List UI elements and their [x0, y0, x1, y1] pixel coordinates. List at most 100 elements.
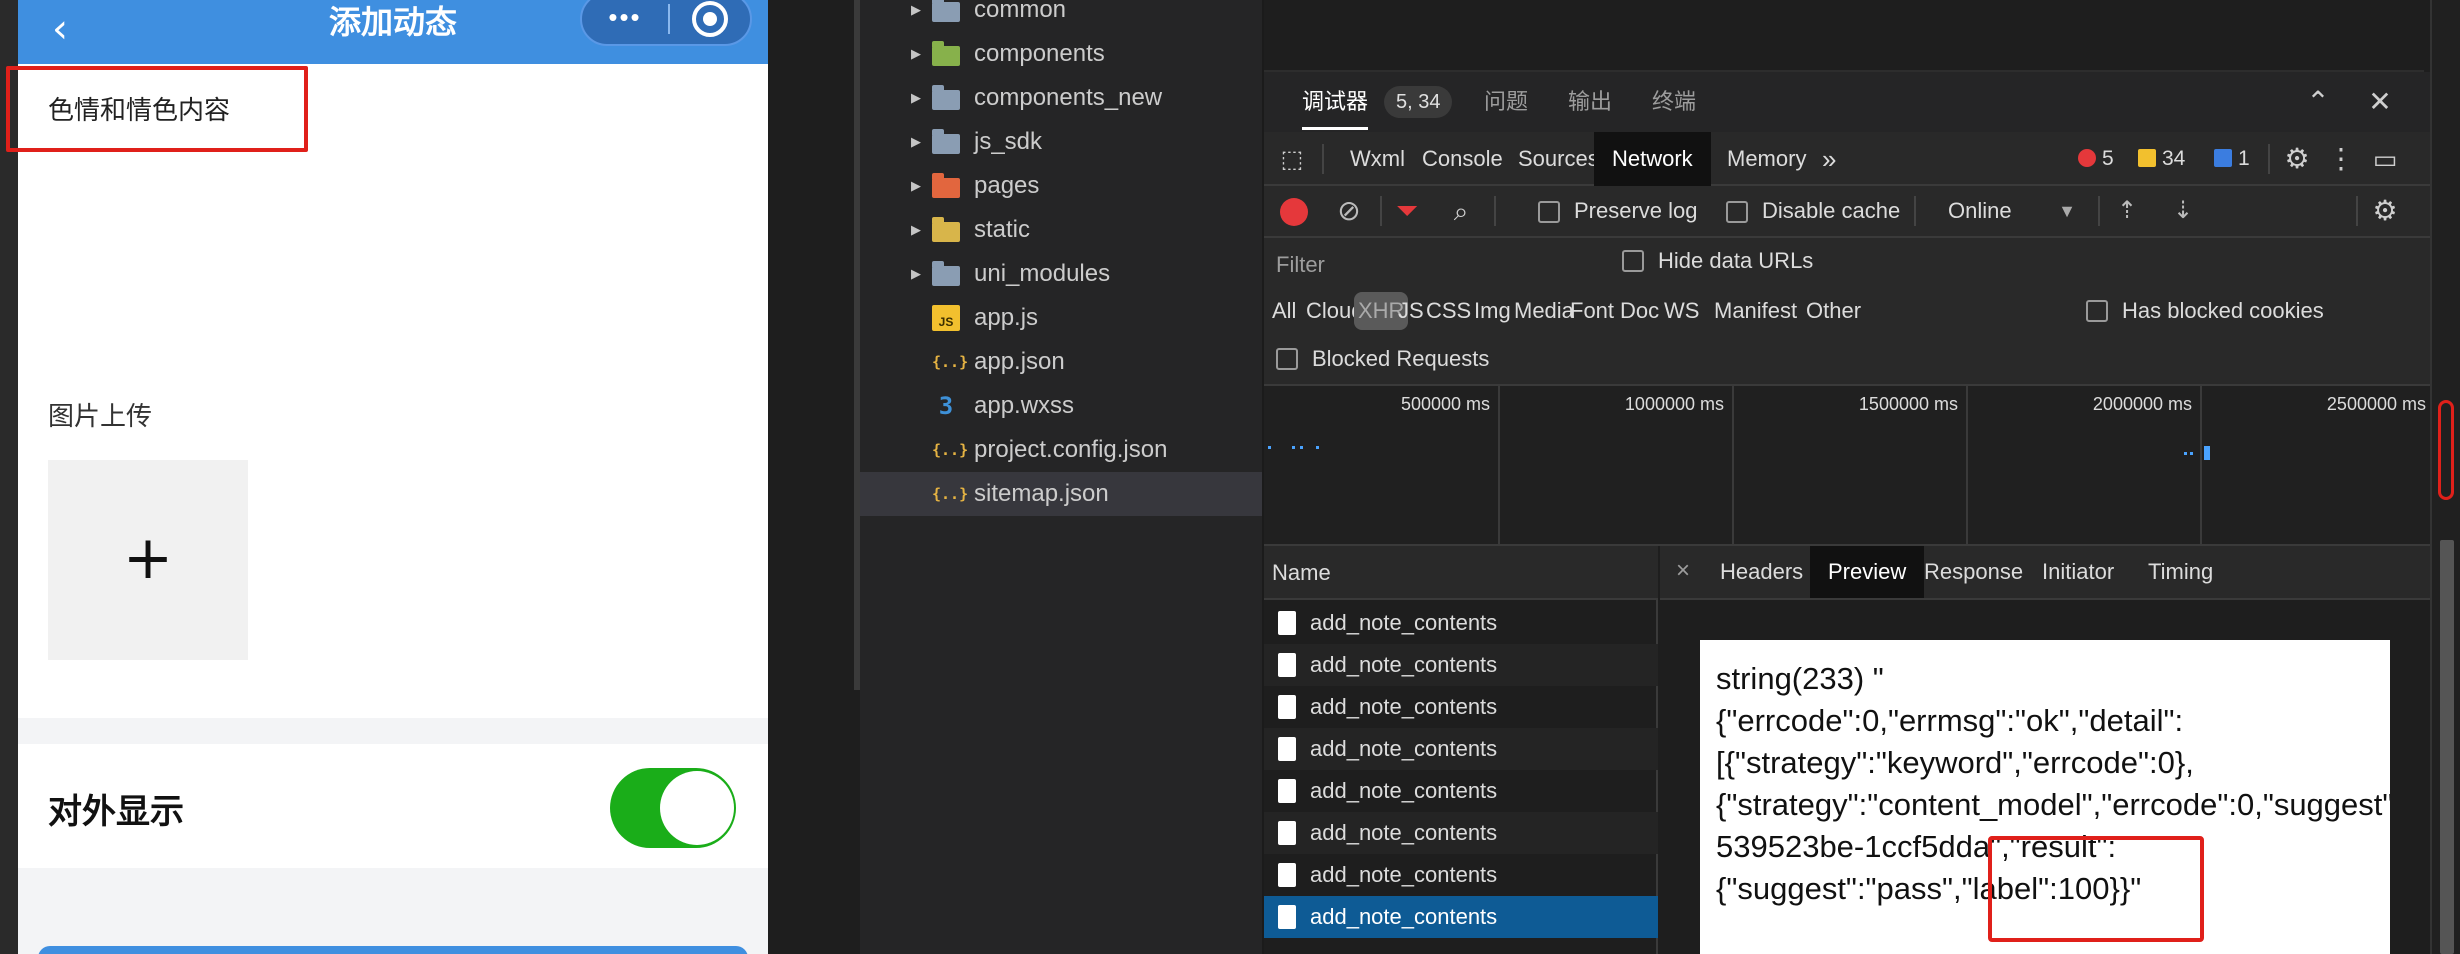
hide-data-urls-checkbox[interactable] [1622, 250, 1644, 272]
json-file-icon: {..} [932, 353, 969, 371]
network-timeline[interactable]: 500000 ms 1000000 ms 1500000 ms 2000000 … [1264, 386, 2430, 546]
request-row[interactable]: add_note_contents [1264, 854, 1658, 896]
tab-headers[interactable]: Headers [1702, 546, 1821, 598]
folder-icon [932, 217, 960, 242]
file-tree-item[interactable]: {..} sitemap.json [860, 472, 1262, 516]
filter-type-other[interactable]: Other [1802, 292, 1865, 330]
chevron-right-icon[interactable]: ▶ [906, 252, 926, 296]
tab-timing[interactable]: Timing [2130, 546, 2231, 598]
chevron-right-icon[interactable]: ▶ [906, 164, 926, 208]
divider [1380, 196, 1382, 226]
disable-cache-checkbox[interactable] [1726, 201, 1748, 223]
file-tree-item[interactable]: ▶ pages [860, 164, 1262, 208]
simulator-panel: ‹ 添加动态 ••• 色情和情色内容 图片上传 + 对外显示 [0, 0, 768, 954]
chevron-right-icon[interactable]: ▶ [906, 76, 926, 120]
document-icon [1278, 863, 1296, 887]
hide-data-urls-label: Hide data URLs [1658, 248, 1814, 273]
tab-output[interactable]: 输出 [1568, 72, 1612, 132]
download-icon[interactable]: ⇣ [2168, 194, 2198, 228]
dock-icon[interactable]: ▭ [2368, 142, 2402, 176]
file-tree-item[interactable]: ▶ components_new [860, 76, 1262, 120]
chevron-right-icon[interactable]: ▶ [906, 120, 926, 164]
tab-network[interactable]: Network [1594, 132, 1711, 186]
close-miniprogram-icon[interactable] [692, 1, 728, 37]
highlight-box-scrollbar [2438, 400, 2454, 500]
nav-bar: ‹ 添加动态 ••• [18, 0, 768, 64]
request-row[interactable]: add_note_contents [1264, 686, 1658, 728]
filter-input[interactable]: Filter [1268, 246, 1598, 284]
filter-type-css[interactable]: CSS [1422, 292, 1475, 330]
filter-type-all[interactable]: All [1268, 292, 1300, 330]
clear-icon[interactable]: ⊘ [1332, 194, 1366, 228]
request-row[interactable]: add_note_contents [1264, 728, 1658, 770]
chevron-right-icon[interactable]: ▶ [906, 208, 926, 252]
filter-type-font[interactable]: Font [1566, 292, 1618, 330]
preserve-log-checkbox[interactable] [1538, 201, 1560, 223]
filter-type-manifest[interactable]: Manifest [1710, 292, 1801, 330]
request-row[interactable]: add_note_contents [1264, 896, 1658, 938]
more-tabs-icon[interactable]: » [1804, 132, 1854, 186]
file-tree-item[interactable]: ▶ static [860, 208, 1262, 252]
close-icon[interactable]: ✕ [2362, 84, 2398, 120]
request-row[interactable]: add_note_contents [1264, 644, 1658, 686]
request-row[interactable]: add_note_contents [1264, 812, 1658, 854]
warning-count[interactable]: 34 [2138, 132, 2185, 186]
error-count-text: 5 [2102, 147, 2114, 170]
chevron-right-icon[interactable]: ▶ [906, 32, 926, 76]
info-count[interactable]: 1 [2214, 132, 2250, 186]
tab-debugger[interactable]: 调试器 [1302, 72, 1369, 130]
image-upload-button[interactable]: + [48, 460, 248, 660]
close-detail-icon[interactable]: × [1668, 546, 1698, 600]
filter-type-doc[interactable]: Doc [1616, 292, 1663, 330]
upload-icon[interactable]: ⇡ [2112, 194, 2142, 228]
scrollbar-thumb[interactable] [2440, 540, 2454, 954]
tab-response[interactable]: Response [1906, 546, 2041, 598]
tab-initiator[interactable]: Initiator [2024, 546, 2132, 598]
section-gap [18, 718, 768, 744]
file-tree-item[interactable]: {..} app.json [860, 340, 1262, 384]
file-tree-item[interactable]: ▶ components [860, 32, 1262, 76]
request-name: add_note_contents [1310, 694, 1498, 719]
file-tree-item[interactable]: {..} project.config.json [860, 428, 1262, 472]
blocked-requests-checkbox[interactable] [1276, 348, 1298, 370]
tab-problems[interactable]: 问题 [1484, 72, 1528, 132]
submit-button[interactable] [38, 946, 748, 954]
file-tree-item[interactable]: JS app.js [860, 296, 1262, 340]
settings-icon[interactable]: ⚙ [2280, 142, 2314, 176]
request-row[interactable]: add_note_contents [1264, 602, 1658, 644]
folder-icon [932, 0, 960, 22]
chevron-right-icon[interactable]: ▶ [906, 0, 926, 32]
visibility-switch[interactable] [610, 768, 736, 848]
preview-line: [{"strategy":"keyword","errcode":0}, [1716, 745, 2194, 780]
file-tree-item-label: sitemap.json [974, 480, 1109, 507]
devtools-panel: 调试器 5, 34 问题 输出 终端 ⌃ ✕ ⬚ Wxml Console So… [1264, 0, 2460, 954]
throttle-select[interactable]: Online [1948, 198, 2012, 224]
request-row[interactable]: add_note_contents [1264, 770, 1658, 812]
devtools-scrollbar[interactable] [2430, 0, 2460, 954]
file-tree-item[interactable]: 3 app.wxss [860, 384, 1262, 428]
chevron-up-icon[interactable]: ⌃ [2300, 84, 2336, 120]
kebab-menu-icon[interactable]: ⋮ [2324, 142, 2358, 176]
filter-type-ws[interactable]: WS [1660, 292, 1703, 330]
file-tree-item[interactable]: ▶ js_sdk [860, 120, 1262, 164]
has-blocked-cookies-checkbox[interactable] [2086, 300, 2108, 322]
name-column-header[interactable]: Name [1264, 546, 1658, 600]
editor-gutter [768, 0, 860, 954]
timeline-request-mark [2190, 452, 2193, 455]
more-icon[interactable]: ••• [582, 0, 668, 44]
filter-icon[interactable]: ⏷ [1390, 194, 1424, 228]
divider [2098, 196, 2100, 226]
chevron-down-icon[interactable]: ▼ [2052, 196, 2082, 226]
file-tree-item-label: components [974, 40, 1105, 67]
inspect-icon[interactable]: ⬚ [1276, 144, 1308, 176]
record-icon[interactable] [1280, 198, 1308, 226]
file-tree-item[interactable]: ▶ common [860, 0, 1262, 32]
file-tree-item[interactable]: ▶ uni_modules [860, 252, 1262, 296]
document-icon [1278, 695, 1296, 719]
search-icon[interactable]: ⌕ [1444, 194, 1478, 228]
error-count[interactable]: 5 [2078, 132, 2114, 186]
filter-type-img[interactable]: Img [1470, 292, 1515, 330]
visibility-label: 对外显示 [48, 792, 184, 832]
tab-terminal[interactable]: 终端 [1652, 72, 1696, 132]
network-settings-icon[interactable]: ⚙ [2368, 194, 2402, 228]
